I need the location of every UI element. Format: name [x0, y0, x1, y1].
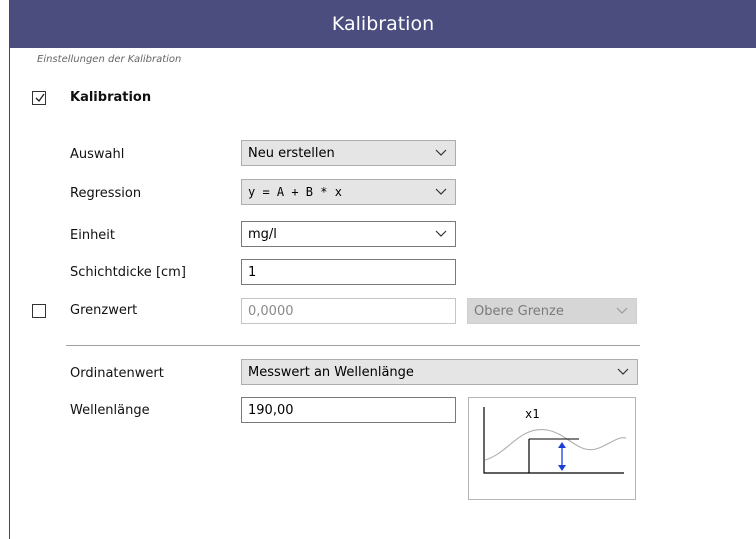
- ordinatenwert-value: Messwert an Wellenlänge: [248, 364, 414, 380]
- title-bar: Kalibration: [10, 0, 756, 48]
- section-label: Einstellungen der Kalibration: [37, 54, 182, 65]
- x1-label: x1: [525, 407, 539, 421]
- calibration-label: Kalibration: [70, 90, 152, 105]
- ordinatenwert-dropdown[interactable]: Messwert an Wellenlänge: [241, 359, 638, 385]
- wavelength-illustration: x1: [468, 397, 636, 500]
- auswahl-dropdown[interactable]: Neu erstellen: [241, 140, 456, 166]
- chevron-down-icon: [435, 188, 447, 195]
- auswahl-label: Auswahl: [70, 147, 125, 162]
- calibration-checkbox[interactable]: [32, 91, 46, 105]
- curve: [484, 429, 627, 461]
- einheit-dropdown[interactable]: mg/l: [241, 221, 456, 247]
- einheit-value: mg/l: [248, 226, 277, 242]
- wellenlaenge-value: 190,00: [248, 402, 294, 418]
- auswahl-value: Neu erstellen: [248, 145, 335, 161]
- grenzwert-bound-dropdown[interactable]: Obere Grenze: [467, 298, 637, 324]
- chevron-down-icon: [435, 230, 447, 237]
- chevron-down-icon: [616, 307, 628, 314]
- window-title: Kalibration: [331, 13, 435, 35]
- schichtdicke-input[interactable]: 1: [241, 259, 456, 285]
- einheit-label: Einheit: [70, 228, 116, 243]
- chevron-down-icon: [435, 149, 447, 156]
- grenzwert-label: Grenzwert: [70, 303, 138, 318]
- schichtdicke-label: Schichtdicke [cm]: [70, 265, 186, 280]
- window-border: [9, 0, 10, 539]
- grenzwert-bound-value: Obere Grenze: [474, 303, 564, 319]
- schichtdicke-value: 1: [248, 264, 257, 280]
- grenzwert-input[interactable]: 0,0000: [241, 298, 456, 324]
- grenzwert-checkbox[interactable]: [32, 304, 46, 318]
- ordinatenwert-label: Ordinatenwert: [70, 366, 164, 381]
- chevron-down-icon: [617, 368, 629, 375]
- arrow-down-head: [558, 465, 566, 471]
- separator: [66, 345, 640, 346]
- checkmark-icon: [35, 93, 45, 103]
- regression-dropdown[interactable]: y = A + B * x: [241, 179, 456, 205]
- spectrum-curve-icon: x1: [483, 407, 627, 474]
- axes: [483, 407, 624, 474]
- regression-label: Regression: [70, 186, 142, 201]
- grenzwert-value: 0,0000: [248, 303, 294, 319]
- arrow-up-head: [558, 442, 566, 448]
- wellenlaenge-input[interactable]: 190,00: [241, 397, 456, 423]
- regression-value: y = A + B * x: [248, 185, 342, 199]
- wellenlaenge-label: Wellenlänge: [70, 403, 150, 418]
